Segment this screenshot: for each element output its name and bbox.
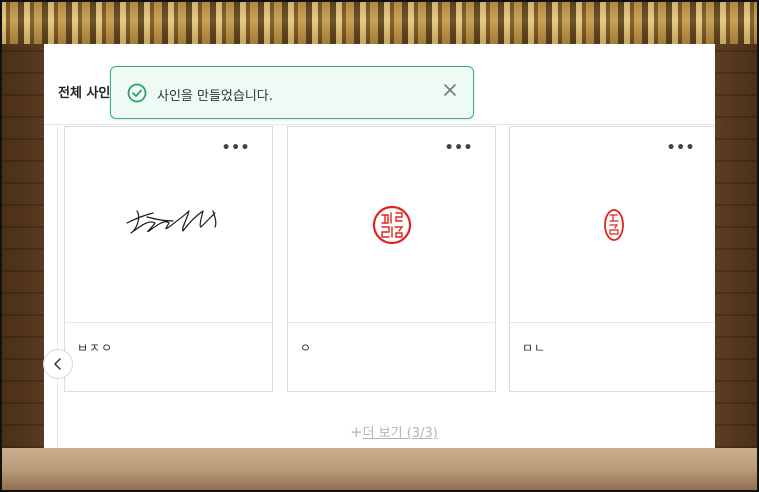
chevron-left-icon (54, 358, 61, 370)
success-toast: 사인을 만들었습니다. (110, 66, 474, 119)
background-floor (0, 448, 759, 492)
oval-seal-image (604, 209, 624, 241)
signature-card[interactable]: ••• ㅁㄴ (509, 126, 715, 392)
stamp-preview (288, 127, 495, 322)
signature-name-row: ㅂㅈㅇ (65, 322, 272, 394)
tab-all-signatures[interactable]: 전체 사인 (58, 82, 110, 101)
signature-name: ㅂㅈㅇ (77, 341, 114, 355)
round-seal-image (372, 205, 412, 245)
stamp-preview (510, 127, 715, 322)
divider (57, 124, 58, 448)
load-more-label[interactable]: 더 보기 (3/3) (363, 426, 438, 441)
load-more-link[interactable]: +더 보기 (3/3) (350, 422, 438, 441)
handwritten-signature-image (126, 210, 217, 234)
background-ornament (0, 0, 759, 44)
signature-name: ㅇ (300, 341, 313, 355)
check-circle-icon (127, 83, 147, 103)
signature-card[interactable]: ••• ㅇ (287, 126, 496, 392)
previous-button[interactable] (43, 349, 73, 379)
signature-name: ㅁㄴ (522, 341, 547, 355)
toast-message: 사인을 만들었습니다. (157, 89, 273, 104)
signature-card[interactable]: ••• ㅂㅈㅇ (64, 126, 273, 392)
signature-preview (65, 127, 272, 322)
signature-name-row: ㅇ (288, 322, 495, 394)
plus-icon: + (350, 423, 363, 441)
close-icon[interactable] (443, 83, 457, 97)
signature-name-row: ㅁㄴ (510, 322, 715, 394)
